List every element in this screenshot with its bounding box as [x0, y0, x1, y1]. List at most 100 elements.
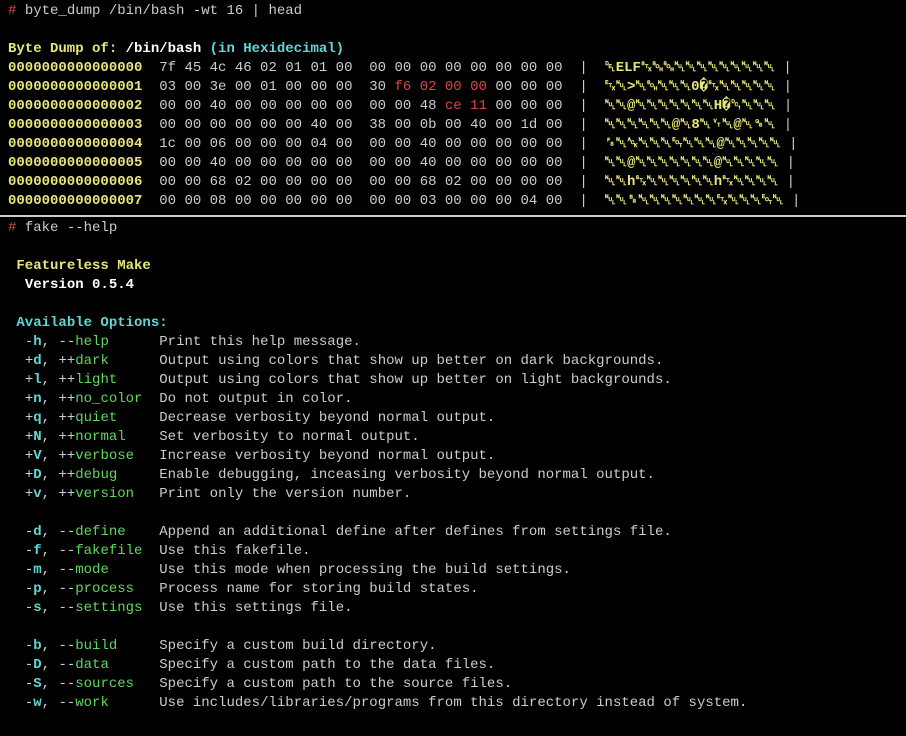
long-prefix: ++ — [58, 486, 75, 502]
hex-bytes: 38 00 0b 00 40 00 1d 00 — [369, 117, 562, 133]
pipe: | — [787, 174, 795, 190]
command-line: # byte_dump /bin/bash -wt 16 | head — [8, 2, 898, 21]
hex-bytes: 00 00 40 00 00 00 00 00 — [369, 155, 562, 171]
hex-bytes: 00 00 68 02 00 00 00 00 — [369, 174, 562, 190]
short-option: N — [33, 429, 41, 445]
option-row: -s, --settings Use this settings file. — [8, 599, 898, 618]
comma: , — [42, 600, 59, 616]
prompt-hash: # — [8, 220, 16, 236]
option-description: Specify a custom build directory. — [159, 638, 436, 654]
short-prefix: + — [25, 467, 33, 483]
option-description: Use this mode when processing the build … — [159, 562, 571, 578]
long-option: work — [75, 695, 159, 711]
comma: , — [42, 676, 59, 692]
long-prefix: -- — [58, 562, 75, 578]
option-row: -h, --help Print this help message. — [8, 333, 898, 352]
address: 0000000000000003 — [8, 117, 142, 133]
comma: , — [42, 410, 59, 426]
short-prefix: - — [25, 676, 33, 692]
comma: , — [42, 334, 59, 350]
short-option: s — [33, 600, 41, 616]
option-row: -p, --process Process name for storing b… — [8, 580, 898, 599]
hex-bytes: 00 00 40 00 00 00 00 00 — [159, 155, 352, 171]
ascii-rendering: ␃␀>␀␁␀␀␀0�␂␀␀␀␀␀ — [605, 79, 776, 95]
dump-header: Byte Dump of: /bin/bash (in Hexidecimal) — [8, 40, 898, 59]
address: 0000000000000002 — [8, 98, 142, 114]
program-title: Featureless Make — [16, 258, 150, 274]
options-header-row: Available Options: — [8, 314, 898, 333]
option-row: +V, ++verbose Increase verbosity beyond … — [8, 447, 898, 466]
hex-bytes: 00 00 48 ce 11 00 00 00 — [369, 98, 562, 114]
command-line: # fake --help — [8, 219, 898, 238]
long-prefix: ++ — [58, 372, 75, 388]
dump-row: 0000000000000002 00 00 40 00 00 00 00 00… — [8, 97, 898, 116]
option-description: Specify a custom path to the data files. — [159, 657, 495, 673]
short-option: v — [33, 486, 41, 502]
pipe: | — [784, 79, 792, 95]
long-option: data — [75, 657, 159, 673]
hex-bytes: 7f 45 4c 46 02 01 01 00 — [159, 60, 352, 76]
group-gap — [8, 618, 898, 637]
short-option: d — [33, 353, 41, 369]
comma: , — [42, 372, 59, 388]
long-option: define — [75, 524, 159, 540]
comma: , — [42, 543, 59, 559]
option-groups: -h, --help Print this help message. +d, … — [8, 333, 898, 713]
pipe: | — [784, 98, 792, 114]
comma: , — [42, 467, 59, 483]
long-prefix: -- — [58, 638, 75, 654]
short-prefix: - — [25, 562, 33, 578]
option-row: -S, --sources Specify a custom path to t… — [8, 675, 898, 694]
fake-help-pane: # fake --help Featureless Make Version 0… — [0, 217, 906, 715]
pipe: | — [579, 79, 587, 95]
option-description: Increase verbosity beyond normal output. — [159, 448, 495, 464]
short-option: b — [33, 638, 41, 654]
prompt-hash: # — [8, 3, 16, 19]
ascii-rendering: ␀␀@␀␀␀␀␀␀␀@␀␀␀␀␀ — [605, 155, 779, 171]
pipe: | — [579, 60, 587, 76]
comma: , — [42, 524, 59, 540]
short-option: w — [33, 695, 41, 711]
option-description: Process name for storing build states. — [159, 581, 478, 597]
short-option: l — [33, 372, 41, 388]
group-gap — [8, 504, 898, 523]
short-option: p — [33, 581, 41, 597]
short-prefix: + — [25, 372, 33, 388]
long-option: no_color — [75, 391, 159, 407]
address: 0000000000000005 — [8, 155, 142, 171]
option-row: -d, --define Append an additional define… — [8, 523, 898, 542]
hex-bytes: 30 f6 02 00 00 00 00 00 — [369, 79, 562, 95]
short-prefix: - — [25, 657, 33, 673]
address: 0000000000000006 — [8, 174, 142, 190]
long-option: settings — [75, 600, 159, 616]
long-option: fakefile — [75, 543, 159, 559]
comma: , — [42, 429, 59, 445]
ascii-rendering: ␀␀@␀␀␀␀␀␀␀H�␑␀␀␀ — [605, 98, 776, 114]
dump-row: 0000000000000000 7f 45 4c 46 02 01 01 00… — [8, 59, 898, 78]
long-prefix: ++ — [58, 353, 75, 369]
short-prefix: - — [25, 543, 33, 559]
comma: , — [42, 448, 59, 464]
command-text: fake --help — [25, 220, 117, 236]
long-option: debug — [75, 467, 159, 483]
byte-dump-pane: # byte_dump /bin/bash -wt 16 | head Byte… — [0, 0, 906, 217]
dump-row: 0000000000000004 1c 00 06 00 00 00 04 00… — [8, 135, 898, 154]
short-option: m — [33, 562, 41, 578]
option-description: Use includes/libraries/programs from thi… — [159, 695, 747, 711]
short-option: h — [33, 334, 41, 350]
option-row: +N, ++normal Set verbosity to normal out… — [8, 428, 898, 447]
header-path: /bin/bash — [126, 41, 202, 57]
hex-bytes: 00 00 08 00 00 00 00 00 — [159, 193, 352, 209]
option-row: -f, --fakefile Use this fakefile. — [8, 542, 898, 561]
comma: , — [42, 657, 59, 673]
long-option: quiet — [75, 410, 159, 426]
ascii-rendering: ␜␀␆␀␀␀␄␀␀␀@␀␀␀␀␀ — [605, 136, 781, 152]
command-text: byte_dump /bin/bash -wt 16 | head — [25, 3, 302, 19]
pipe: | — [783, 60, 791, 76]
long-option: normal — [75, 429, 159, 445]
program-title-row: Featureless Make — [8, 257, 898, 276]
pipe: | — [792, 193, 800, 209]
long-option: version — [75, 486, 159, 502]
long-prefix: -- — [58, 657, 75, 673]
short-prefix: + — [25, 429, 33, 445]
